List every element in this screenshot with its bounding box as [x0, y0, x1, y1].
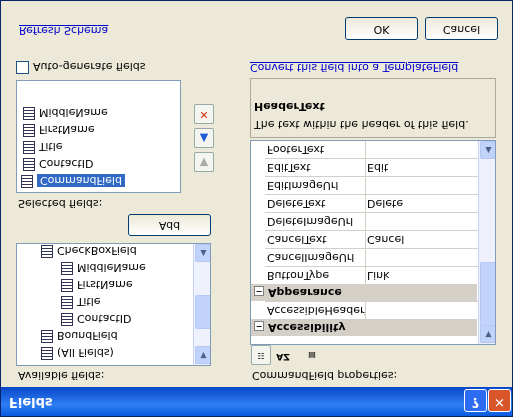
tree-item-firstname[interactable]: FirstName	[61, 276, 133, 293]
tree-item-all-fields[interactable]: (All Fields)	[41, 344, 114, 361]
properties-scrollbar[interactable]: ▼ ▲	[478, 141, 496, 344]
help-button[interactable]: ?	[464, 389, 487, 412]
window-title: Fields	[9, 394, 53, 409]
prop-value[interactable]	[364, 176, 479, 194]
field-icon	[23, 124, 35, 137]
selected-fields-list[interactable]: CommandField ContactID Title FirstName M…	[16, 80, 181, 193]
move-down-icon[interactable]: ▼	[194, 152, 214, 172]
category-accessibility[interactable]: − Accessibility	[251, 319, 477, 336]
selected-item-middlename[interactable]: MiddleName	[23, 104, 108, 121]
collapse-icon[interactable]: −	[254, 286, 264, 296]
selected-item-title[interactable]: Title	[23, 138, 63, 155]
properties-label: CommandField properties:	[252, 369, 398, 382]
prop-name[interactable]: EditText	[265, 158, 366, 176]
fields-dialog: Fields ? ✕ Available fields: (All Fields…	[0, 0, 513, 417]
prop-value[interactable]: Delete	[364, 194, 479, 212]
category-appearance[interactable]: − Appearance	[251, 284, 477, 301]
prop-value[interactable]	[364, 248, 479, 266]
field-icon	[61, 313, 73, 326]
categorized-icon[interactable]: ☷	[251, 345, 271, 365]
tree-item-title[interactable]: Title	[61, 293, 101, 310]
field-icon	[23, 158, 35, 171]
scroll-up-icon[interactable]: ▲	[195, 244, 211, 262]
scroll-thumb[interactable]	[195, 295, 211, 329]
commandfield-icon	[21, 175, 33, 188]
prop-value[interactable]	[364, 212, 479, 230]
prop-name[interactable]: CancelImageUrl	[265, 248, 366, 266]
add-button[interactable]: Add	[128, 214, 211, 236]
prop-name[interactable]: EditImageUrl	[265, 176, 366, 194]
prop-name[interactable]: FooterText	[265, 140, 366, 158]
delete-x-icon[interactable]: ✕	[194, 104, 214, 124]
refresh-schema-link[interactable]: Refresh Schema	[19, 24, 108, 37]
field-icon	[61, 296, 73, 309]
field-icon	[41, 347, 53, 360]
move-up-icon[interactable]: ▲	[194, 128, 214, 148]
property-grid[interactable]: − Accessibility AccessibleHeaderTe − Appea…	[250, 140, 496, 345]
prop-value[interactable]	[364, 301, 479, 319]
checkboxfield-icon	[41, 245, 53, 258]
property-pages-icon[interactable]: ▤	[302, 345, 322, 365]
tree-item-checkboxfield[interactable]: CheckBoxField	[41, 243, 137, 259]
available-fields-tree[interactable]: (All Fields) BoundField ContactID Title …	[16, 243, 211, 366]
scroll-down-icon[interactable]: ▼	[195, 346, 211, 364]
available-scrollbar[interactable]: ▼ ▲	[193, 244, 211, 365]
description-title: HeaderText	[254, 100, 325, 113]
close-button[interactable]: ✕	[488, 389, 511, 412]
prop-value[interactable]: Link	[364, 266, 479, 284]
prop-value[interactable]: Cancel	[364, 230, 479, 248]
property-description-panel: The text within the header of this field…	[250, 78, 496, 138]
properties-toolbar: ☷ AZ ▤	[250, 345, 495, 366]
ok-button[interactable]: OK	[345, 17, 418, 40]
field-icon	[61, 279, 73, 292]
prop-value[interactable]: Edit	[364, 158, 479, 176]
selected-fields-label: Selected fields:	[18, 197, 103, 210]
scroll-up-icon[interactable]: ▲	[480, 141, 496, 159]
field-icon	[23, 107, 35, 120]
selected-item-commandfield[interactable]: CommandField	[21, 172, 125, 189]
available-fields-label: Available fields:	[18, 369, 105, 382]
description-text: The text within the header of this field…	[254, 118, 469, 131]
prop-name[interactable]: CancelText	[265, 230, 366, 248]
scroll-thumb[interactable]	[480, 262, 496, 326]
tree-item-middlename[interactable]: MiddleName	[61, 259, 146, 276]
title-bar: Fields ? ✕	[1, 387, 512, 416]
selected-item-contactid[interactable]: ContactID	[23, 155, 94, 172]
autogen-fields-checkbox[interactable]: Auto-generate fields	[16, 60, 146, 74]
boundfield-icon	[41, 330, 53, 343]
convert-templatefield-link[interactable]: Convert this field into a TemplateField	[250, 61, 458, 74]
prop-name[interactable]: ButtonType	[265, 266, 366, 284]
checkbox-icon[interactable]	[16, 61, 29, 74]
tree-item-boundfield[interactable]: BoundField	[41, 327, 118, 344]
prop-name[interactable]: AccessibleHeaderTe	[265, 301, 366, 319]
selected-item-firstname[interactable]: FirstName	[23, 121, 95, 138]
alphabetical-icon[interactable]: AZ	[273, 345, 293, 365]
collapse-icon[interactable]: −	[254, 321, 264, 331]
prop-name[interactable]: DeleteImageUrl	[265, 212, 366, 230]
field-icon	[23, 141, 35, 154]
tree-item-contactid[interactable]: ContactID	[61, 310, 132, 327]
cancel-button[interactable]: Cancel	[425, 17, 498, 40]
prop-name[interactable]: DeleteText	[265, 194, 366, 212]
field-icon	[61, 262, 73, 275]
prop-value[interactable]	[364, 140, 479, 158]
scroll-down-icon[interactable]: ▼	[480, 325, 496, 343]
